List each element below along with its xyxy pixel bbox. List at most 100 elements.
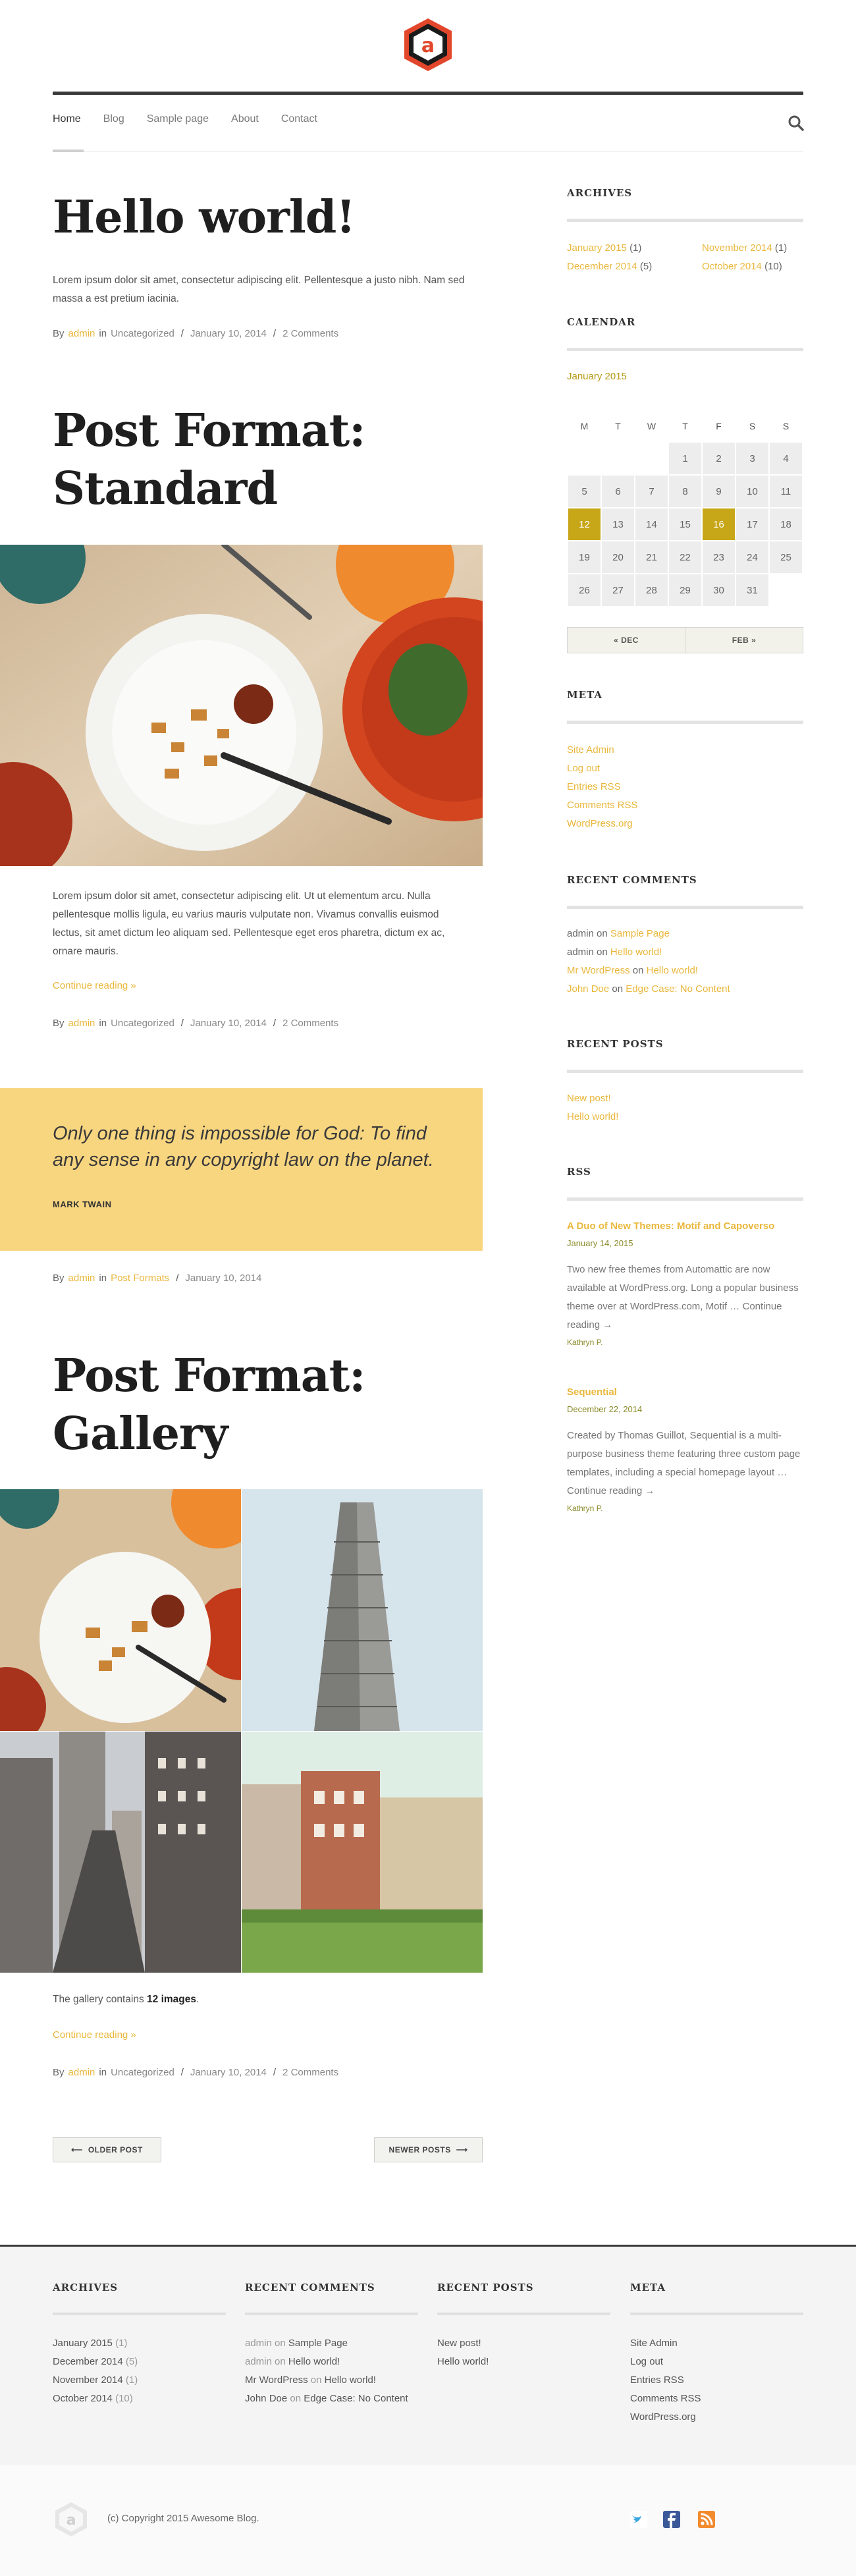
facebook-icon[interactable]	[663, 2511, 680, 2528]
date-link[interactable]: January 10, 2014	[190, 2067, 267, 2078]
footer-archive-item[interactable]: November 2014 (1)	[53, 2371, 138, 2390]
post-title[interactable]: Post Format: Gallery	[53, 1347, 365, 1463]
post-title[interactable]: Hello world!	[53, 191, 356, 244]
footer-recent-post-link[interactable]: New post!	[437, 2334, 489, 2353]
newer-posts-button[interactable]: NEWER POSTS ⟶	[374, 2137, 483, 2162]
nav-about[interactable]: About	[231, 113, 259, 133]
calendar-day: 5	[568, 476, 601, 507]
footer-archive-item[interactable]: October 2014 (10)	[53, 2390, 138, 2408]
footer-meta-link[interactable]: Comments RSS	[630, 2390, 701, 2408]
widget-divider	[567, 906, 803, 909]
calendar-day: 7	[635, 476, 668, 507]
archive-item[interactable]: October 2014 (10)	[702, 258, 782, 276]
post-title[interactable]: Post Format: Standard	[53, 402, 365, 518]
main-nav: Home Blog Sample page About Contact	[53, 113, 317, 133]
footer-title-recent-comments: RECENT COMMENTS	[245, 2282, 375, 2293]
gallery-image-highline[interactable]	[242, 1732, 483, 1973]
calendar-day: 14	[635, 508, 668, 540]
calendar-day: 25	[770, 541, 802, 573]
footer-archive-item[interactable]: December 2014 (5)	[53, 2353, 138, 2371]
calendar-prev-button[interactable]: « DEC	[568, 628, 685, 653]
nav-blog[interactable]: Blog	[103, 113, 124, 133]
archive-item[interactable]: January 2015 (1)	[567, 239, 641, 258]
continue-reading-link[interactable]: Continue reading »	[53, 2029, 136, 2041]
calendar-day: 28	[635, 574, 668, 606]
date-link[interactable]: January 10, 2014	[185, 1273, 261, 1284]
category-link[interactable]: Uncategorized	[111, 2067, 174, 2078]
category-link[interactable]: Post Formats	[111, 1273, 169, 1284]
gallery-image-flatiron[interactable]	[242, 1489, 483, 1731]
widget-divider	[567, 219, 803, 222]
recent-post-link[interactable]: Hello world!	[567, 1108, 618, 1126]
comments-link[interactable]: 2 Comments	[282, 1018, 338, 1029]
continue-reading-link[interactable]: Continue reading »	[53, 980, 136, 991]
meta-link-log-out[interactable]: Log out	[567, 759, 638, 778]
calendar-next-button[interactable]: FEB »	[685, 628, 803, 653]
twitter-icon[interactable]	[630, 2511, 647, 2528]
recent-comment-item: admin on Hello world!	[567, 946, 662, 958]
calendar-day: 18	[770, 508, 802, 540]
calendar-day-header: F	[716, 421, 722, 431]
post-featured-image[interactable]	[0, 545, 483, 866]
archive-item[interactable]: December 2014 (5)	[567, 258, 652, 276]
footer-meta-link[interactable]: Entries RSS	[630, 2371, 701, 2390]
calendar-nav: « DEC FEB »	[567, 627, 803, 653]
footer-recent-comments-list: admin on Sample Page admin on Hello worl…	[245, 2334, 408, 2408]
category-link[interactable]: Uncategorized	[111, 1018, 174, 1029]
footer-divider	[245, 2313, 418, 2315]
meta-link-comments-rss[interactable]: Comments RSS	[567, 796, 638, 815]
date-link[interactable]: January 10, 2014	[190, 328, 267, 339]
meta-link-site-admin[interactable]: Site Admin	[567, 741, 638, 759]
quote-text: Only one thing is impossible for God: To…	[53, 1123, 434, 1170]
rss-item-date: January 14, 2015	[567, 1238, 633, 1248]
nav-contact[interactable]: Contact	[281, 113, 317, 133]
calendar-day: 23	[703, 541, 735, 573]
widget-divider	[567, 1070, 803, 1073]
footer-meta-link[interactable]: Site Admin	[630, 2334, 701, 2353]
calendar-day-with-post[interactable]: 12	[568, 508, 601, 540]
calendar-caption: January 2015	[567, 371, 627, 382]
nav-home[interactable]: Home	[53, 113, 81, 133]
comments-link[interactable]: 2 Comments	[282, 328, 338, 339]
rss-item-title[interactable]: Sequential	[567, 1383, 803, 1402]
widget-title-recent-posts: RECENT POSTS	[567, 1038, 664, 1050]
widget-title-rss: RSS	[567, 1166, 591, 1178]
gallery-image-food[interactable]	[0, 1489, 241, 1731]
older-post-button[interactable]: ⟵ OLDER POST	[53, 2137, 161, 2162]
calendar-day-header: T	[615, 421, 621, 431]
footer-meta-link[interactable]: WordPress.org	[630, 2408, 701, 2426]
nav-sample-page[interactable]: Sample page	[147, 113, 209, 133]
author-link[interactable]: admin	[68, 1018, 95, 1029]
footer-meta-link[interactable]: Log out	[630, 2353, 701, 2371]
author-link[interactable]: admin	[68, 2067, 95, 2078]
footer-comment-item: admin on Hello world!	[245, 2356, 340, 2367]
site-logo[interactable]: a	[400, 17, 456, 72]
author-link[interactable]: admin	[68, 1273, 95, 1284]
post-meta: By admin in Uncategorized / January 10, …	[53, 328, 339, 339]
comments-link[interactable]: 2 Comments	[282, 2067, 338, 2078]
calendar-day: 20	[602, 541, 634, 573]
meta-link-entries-rss[interactable]: Entries RSS	[567, 778, 638, 796]
footer-logo-icon[interactable]: a	[53, 2501, 90, 2538]
rss-icon[interactable]	[698, 2511, 715, 2528]
footer-recent-post-link[interactable]: Hello world!	[437, 2353, 489, 2371]
footer-archive-item[interactable]: January 2015 (1)	[53, 2334, 138, 2353]
rss-continue-link[interactable]: Continue reading →	[567, 1485, 655, 1496]
meta-link-wordpress-org[interactable]: WordPress.org	[567, 815, 638, 833]
rss-item-title[interactable]: A Duo of New Themes: Motif and Capoverso	[567, 1217, 803, 1236]
footer-recent-posts-list: New post! Hello world!	[437, 2334, 489, 2371]
calendar-day-with-post[interactable]: 16	[703, 508, 735, 540]
meta-list: Site Admin Log out Entries RSS Comments …	[567, 741, 638, 833]
arrow-right-icon: ⟶	[456, 2145, 468, 2154]
gallery-image-street[interactable]	[0, 1732, 241, 1973]
category-link[interactable]: Uncategorized	[111, 328, 174, 339]
date-link[interactable]: January 10, 2014	[190, 1018, 267, 1029]
archive-item[interactable]: November 2014 (1)	[702, 239, 787, 258]
author-link[interactable]: admin	[68, 328, 95, 339]
calendar-day: 2	[703, 443, 735, 474]
calendar-day: 21	[635, 541, 668, 573]
calendar-day: 30	[703, 574, 735, 606]
recent-post-link[interactable]: New post!	[567, 1089, 618, 1108]
search-icon[interactable]	[788, 115, 805, 132]
post-excerpt: Lorem ipsum dolor sit amet, consectetur …	[53, 275, 465, 304]
